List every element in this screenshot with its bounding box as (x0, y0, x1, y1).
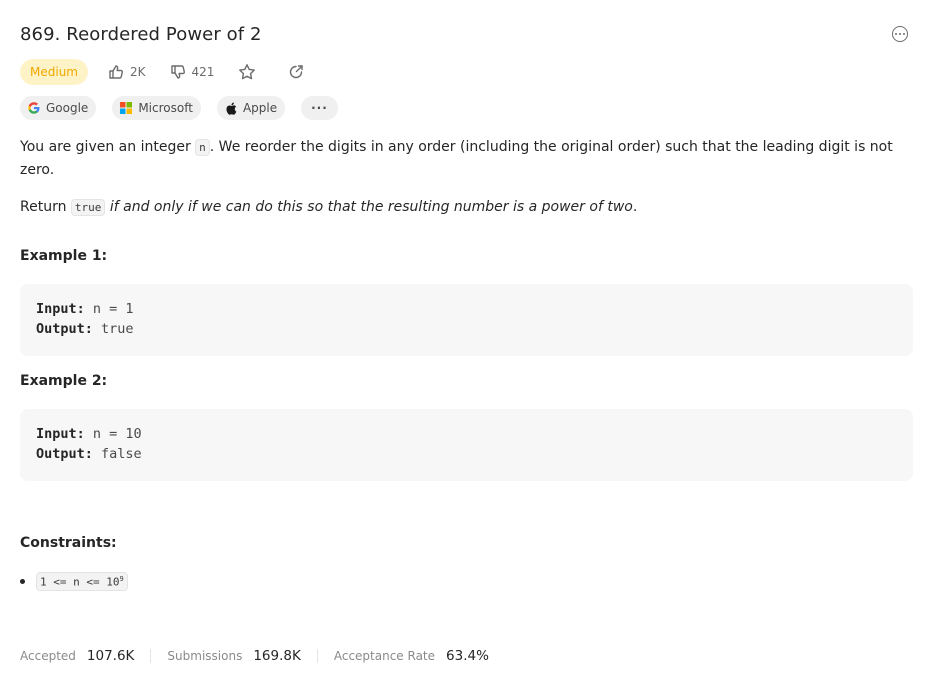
star-icon (239, 64, 256, 80)
title-row: 869. Reordered Power of 2 (20, 20, 913, 48)
tag-google[interactable]: Google (20, 96, 97, 120)
meta-row: Medium 2K 421 (20, 59, 336, 85)
accepted-label: Accepted (20, 649, 76, 663)
accepted-value: 107.6K (86, 648, 135, 664)
example-1-box: Input: n = 1 Output: true (20, 284, 913, 356)
problem-statement: You are given an integer n. We reorder t… (20, 136, 913, 234)
tag-microsoft[interactable]: Microsoft (112, 96, 201, 120)
divider (316, 649, 318, 663)
more-tags-button[interactable]: ··· (301, 96, 338, 120)
google-logo-icon (28, 102, 40, 114)
example-2-input: Input: n = 10 (36, 426, 142, 442)
constraint-item: 1 <= n <= 109 (20, 572, 128, 591)
tag-label: Apple (242, 101, 278, 115)
microsoft-logo-icon (120, 102, 133, 114)
dislike-count: 421 (191, 65, 215, 79)
tag-label: Google (46, 101, 89, 115)
favorite-button[interactable] (238, 63, 262, 81)
submissions-value: 169.8K (253, 648, 301, 664)
company-tags: Google Microsoft Apple ··· (20, 95, 354, 121)
example-1-input: Input: n = 1 (36, 301, 134, 317)
acceptance-rate-value: 63.4% (446, 648, 489, 664)
tag-label: Microsoft (138, 101, 193, 115)
more-options-icon[interactable] (892, 26, 908, 42)
share-icon (290, 65, 304, 79)
problem-title: 869. Reordered Power of 2 (20, 23, 262, 45)
tag-apple[interactable]: Apple (216, 96, 286, 120)
like-count: 2K (129, 65, 146, 79)
stats-row: Accepted 107.6K Submissions 169.8K Accep… (20, 646, 489, 666)
example-1-title: Example 1: (20, 248, 108, 264)
inline-code-n: n (195, 139, 210, 156)
statement-paragraph-2: Return true if and only if we can do thi… (20, 199, 638, 216)
example-2-title: Example 2: (20, 373, 108, 389)
like-button[interactable]: 2K (108, 64, 146, 80)
dislike-button[interactable]: 421 (170, 64, 215, 80)
statement-paragraph-1: You are given an integer n. We reorder t… (20, 139, 893, 178)
difficulty-badge: Medium (20, 59, 88, 85)
apple-logo-icon (225, 102, 237, 115)
divider (150, 649, 152, 663)
constraints-title: Constraints: (20, 535, 117, 551)
example-2-box: Input: n = 10 Output: false (20, 409, 913, 481)
thumbs-down-icon (170, 65, 185, 79)
example-1-output: Output: true (36, 321, 134, 337)
inline-code-true: true (70, 199, 106, 216)
bullet (20, 578, 25, 584)
constraint-code: 1 <= n <= 109 (36, 572, 128, 591)
share-button[interactable] (288, 64, 310, 80)
thumbs-up-icon (109, 65, 124, 79)
submissions-label: Submissions (167, 649, 243, 663)
example-2-output: Output: false (36, 446, 142, 462)
acceptance-rate-label: Acceptance Rate (333, 649, 436, 663)
